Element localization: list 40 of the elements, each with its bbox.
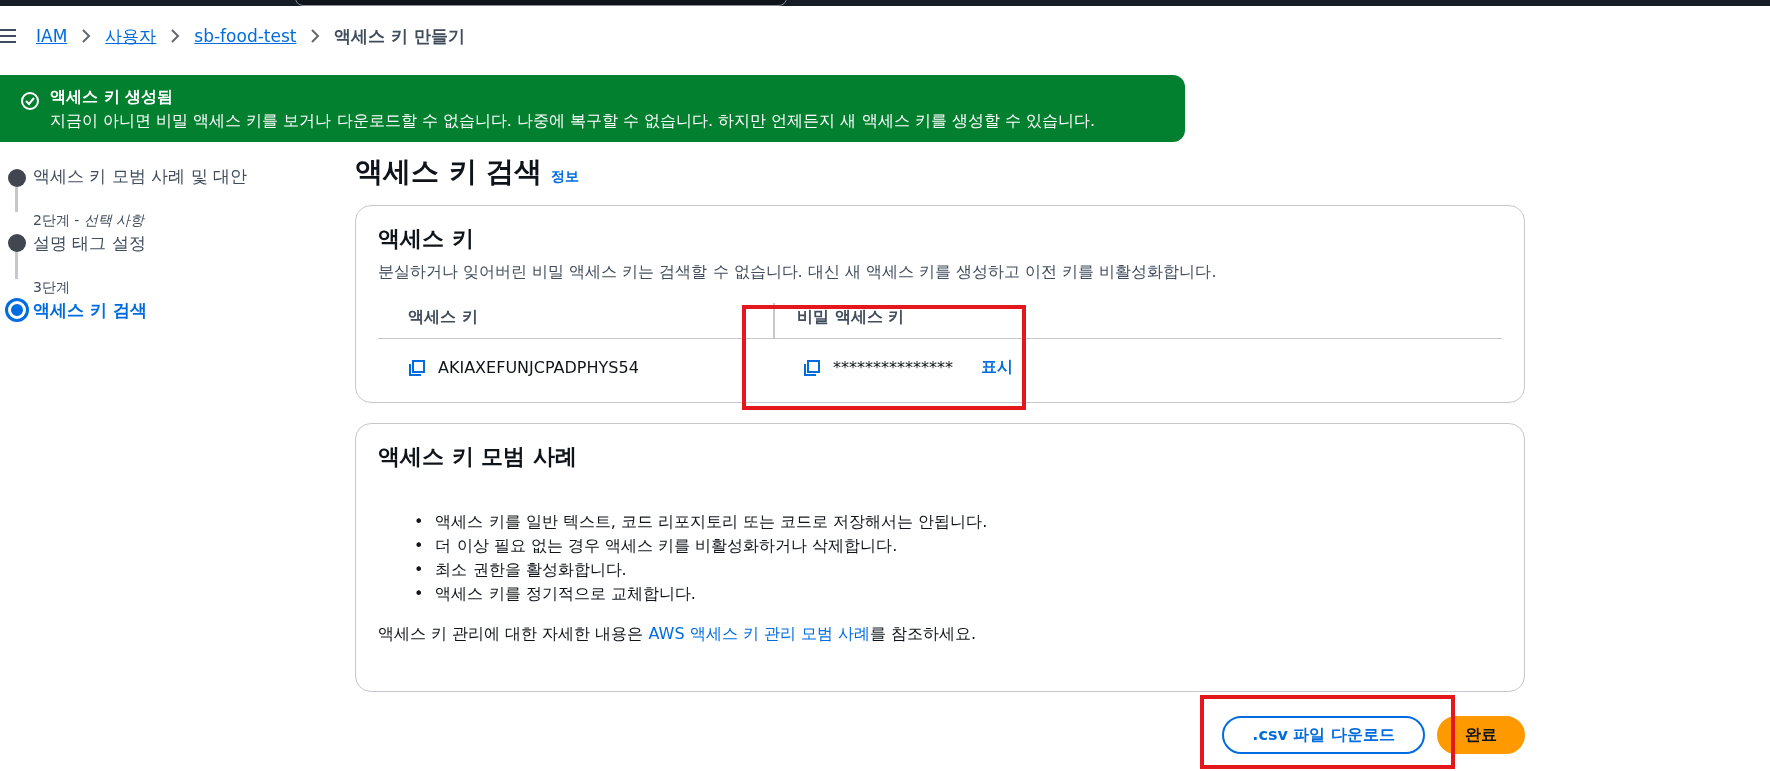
breadcrumb-link[interactable]: 사용자 (105, 24, 157, 48)
bullet: • (414, 583, 424, 605)
copy-icon[interactable] (803, 358, 821, 377)
column-header: 비밀 액세스 키 (773, 303, 1502, 339)
list-item: 더 이상 필요 없는 경우 액세스 키를 비활성화하거나 삭제합니다. (435, 535, 898, 557)
banner-message: 지금이 아니면 비밀 액세스 키를 보거나 다운로드할 수 없습니다. 나중에 복구할 수 없습니다. 하지만 언제든지 새 액세스 키를 생성할 수 있습니다. (50, 111, 1095, 132)
card-title: 액세스 키 (378, 225, 475, 253)
help-note: 액세스 키 관리에 대한 자세한 내용은 AWS 액세스 키 관리 모범 사례를 참조하세요. (378, 624, 978, 645)
column-header: 액세스 키 (378, 303, 773, 339)
chevron-right-icon (170, 29, 181, 43)
banner-title: 액세스 키 생성됨 (50, 87, 175, 108)
step-caption: 3단계 (33, 279, 71, 297)
secret-key-value: *************** (833, 358, 953, 377)
info-link[interactable]: 정보 (550, 168, 579, 186)
step-caption: 2단계 - 선택 사항 (33, 212, 146, 230)
chevron-right-icon (81, 29, 92, 43)
check-circle-icon (20, 91, 40, 111)
page-title: 액세스 키 검색 (355, 154, 543, 190)
breadcrumb-link[interactable]: IAM (36, 26, 68, 46)
docs-link[interactable]: AWS 액세스 키 관리 모범 사례 (648, 624, 870, 643)
menu-icon[interactable] (0, 29, 16, 43)
bullet: • (414, 511, 424, 533)
step-label[interactable]: 설명 태그 설정 (33, 232, 146, 255)
bullet: • (414, 535, 424, 557)
download-button[interactable]: .csv 파일 다운로드 (1222, 716, 1425, 754)
list-item: 액세스 키를 정기적으로 교체합니다. (435, 583, 696, 605)
current-page-label: 액세스 키 만들기 (334, 24, 466, 48)
access-key-value: AKIAXEFUNJCPADPHYS54 (438, 358, 639, 377)
breadcrumb-link[interactable]: sb-food-test (194, 26, 297, 46)
copy-icon[interactable] (408, 358, 426, 377)
card-title: 액세스 키 모범 사례 (378, 443, 578, 471)
bullet: • (414, 559, 424, 581)
list-item: 최소 권한을 활성화합니다. (435, 559, 627, 581)
step-label[interactable]: 액세스 키 모범 사례 및 대안 (33, 165, 248, 188)
done-button[interactable]: 완료 (1437, 716, 1525, 754)
chevron-right-icon (310, 29, 321, 43)
show-link[interactable]: 표시 (981, 357, 1013, 378)
list-item: 액세스 키를 일반 텍스트, 코드 리포지토리 또는 코드로 저장해서는 안됩니다. (435, 511, 988, 533)
step-label[interactable]: 액세스 키 검색 (33, 299, 147, 322)
card-description: 분실하거나 잊어버린 비밀 액세스 키는 검색할 수 없습니다. 대신 새 액세스 키를 생성하고 이전 키를 비활성화합니다. (378, 262, 1218, 283)
